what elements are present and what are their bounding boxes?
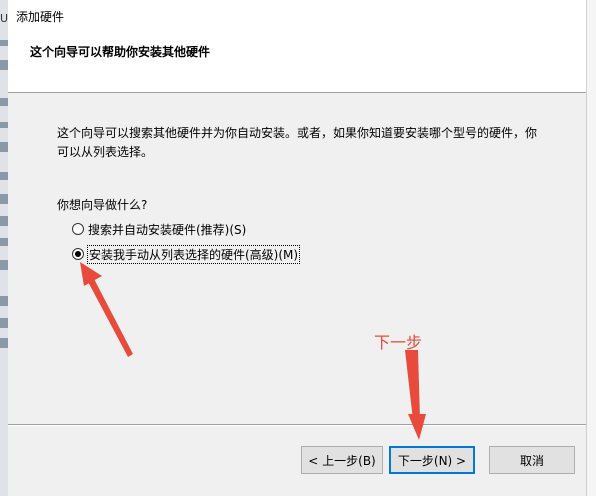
option-auto-search[interactable]: 搜索并自动安装硬件(推荐)(S) — [72, 220, 246, 238]
back-button[interactable]: < 上一步(B) — [301, 446, 383, 474]
screenshot-root: U 添加硬件 这个向导可以帮助你安装其他硬件 这个向导可以搜索其他硬件并为你自动… — [0, 0, 596, 496]
background-icon — [0, 60, 8, 70]
description-line-2: 可以从列表选择。 — [57, 145, 154, 159]
footer-divider-highlight — [8, 425, 586, 426]
wizard-description: 这个向导可以搜索其他硬件并为你自动安装。或者，如果你知道要安装哪个型号的硬件，你… — [57, 124, 557, 162]
description-line-1: 这个向导可以搜索其他硬件并为你自动安装。或者，如果你知道要安装哪个型号的硬件，你 — [57, 126, 538, 140]
background-icon — [0, 142, 8, 152]
background-icon — [0, 260, 8, 270]
window-title: 添加硬件 — [16, 10, 65, 24]
background-icon — [0, 194, 8, 204]
annotation-label: 下一步 — [374, 333, 423, 352]
background-icon — [0, 338, 8, 348]
background-icon — [0, 98, 8, 106]
background-icon — [0, 318, 8, 328]
option-manual-select[interactable]: 安装我手动从列表选择的硬件(高级)(M) — [72, 244, 301, 264]
background-icon — [0, 172, 8, 180]
radio-auto-search[interactable] — [72, 223, 84, 235]
option-manual-select-label: 安装我手动从列表选择的硬件(高级)(M) — [86, 244, 301, 264]
background-icon — [0, 40, 8, 46]
background-icon — [0, 238, 8, 246]
background-icon — [0, 216, 8, 226]
wizard-question: 你想向导做什么? — [57, 198, 148, 212]
add-hardware-dialog: 添加硬件 这个向导可以帮助你安装其他硬件 这个向导可以搜索其他硬件并为你自动安装… — [8, 0, 586, 496]
radio-manual-select[interactable] — [72, 248, 84, 260]
wizard-header: 这个向导可以帮助你安装其他硬件 — [8, 30, 586, 93]
cancel-button[interactable]: 取消 — [489, 446, 575, 474]
next-button[interactable]: 下一步(N) > — [389, 446, 475, 474]
wizard-content: 这个向导可以搜索其他硬件并为你自动安装。或者，如果你知道要安装哪个型号的硬件，你… — [8, 93, 586, 423]
option-auto-search-label: 搜索并自动安装硬件(推荐)(S) — [88, 222, 247, 237]
background-icon — [0, 296, 8, 306]
background-icon — [0, 122, 8, 128]
wizard-heading: 这个向导可以帮助你安装其他硬件 — [30, 45, 211, 59]
background-app-strip: U — [0, 0, 8, 496]
title-bar: 添加硬件 — [8, 0, 586, 30]
background-app-letter: U — [0, 12, 8, 25]
background-window-edge — [586, 0, 596, 496]
